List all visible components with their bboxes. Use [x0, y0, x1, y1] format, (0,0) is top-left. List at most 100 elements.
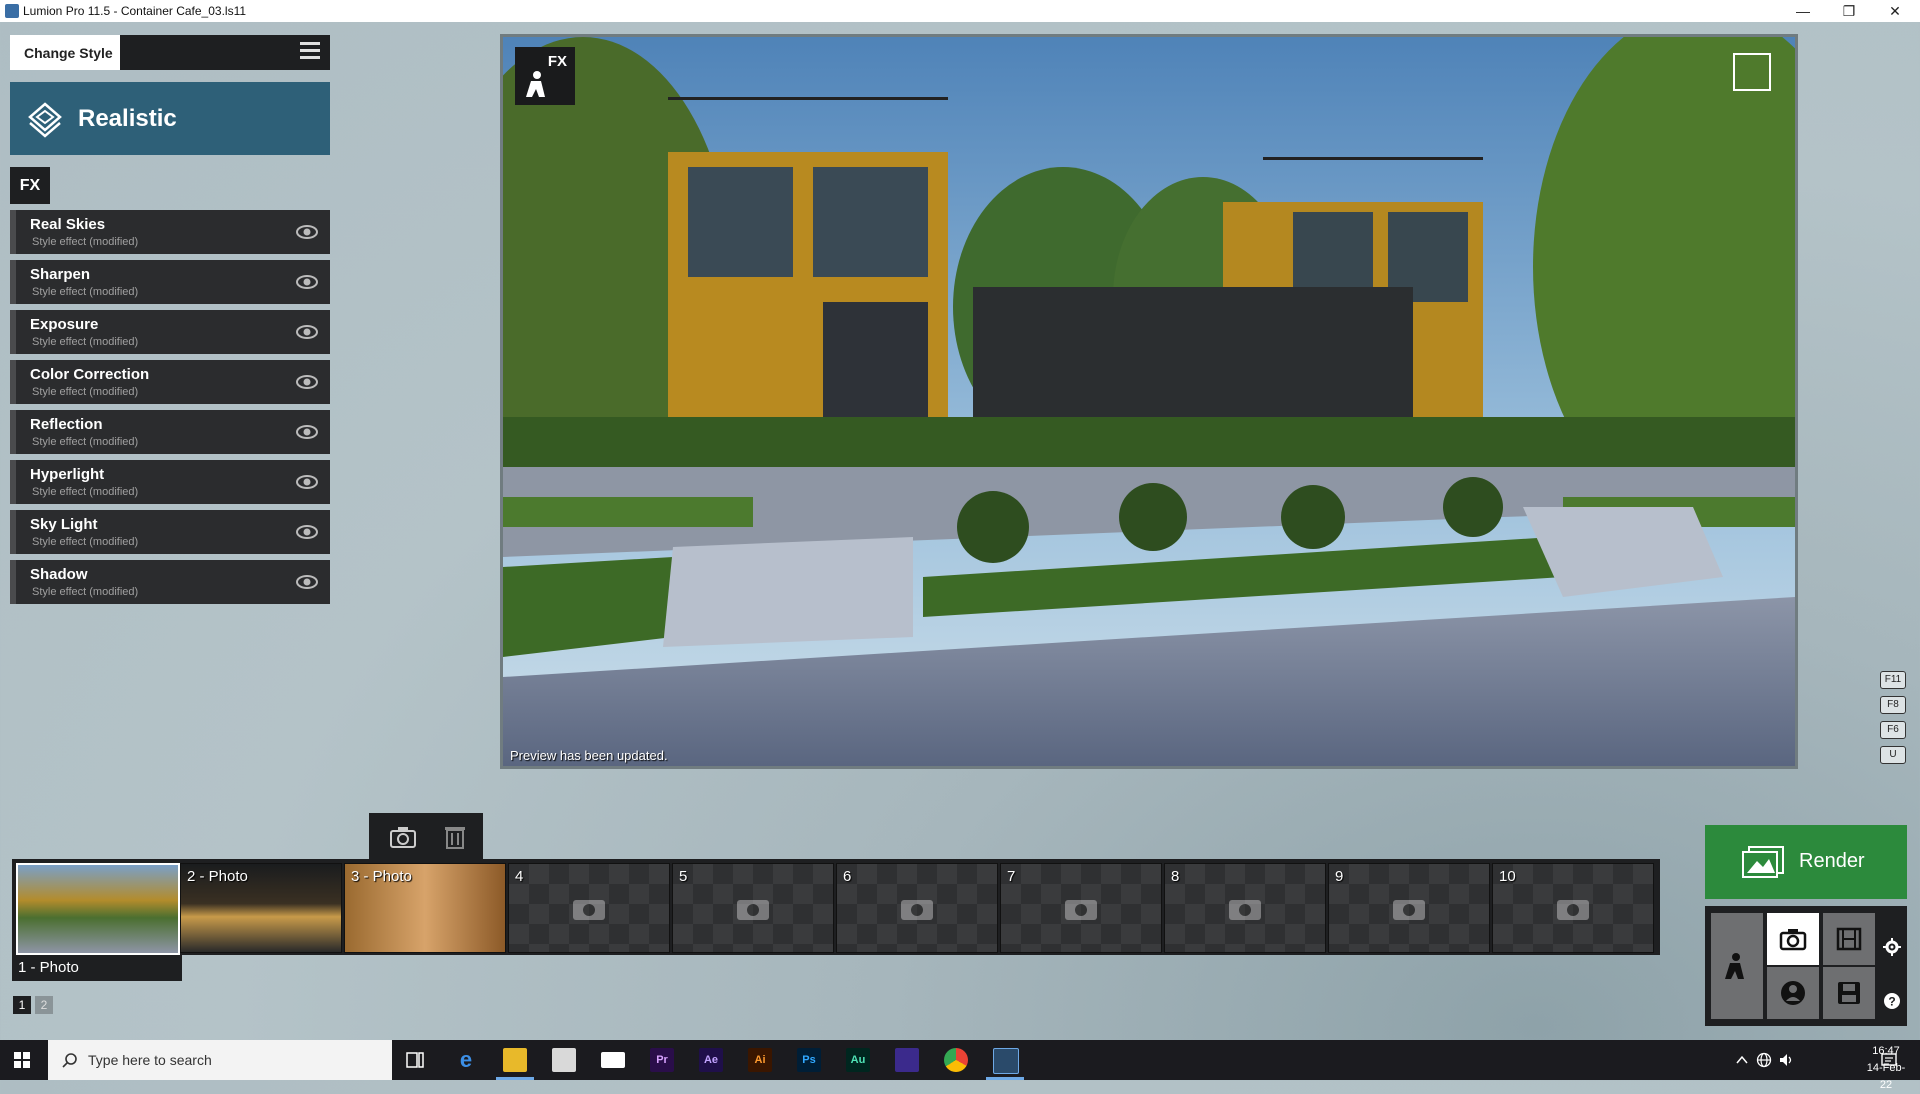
visibility-eye-icon[interactable] [296, 272, 318, 292]
audition-icon[interactable]: Au [846, 1048, 870, 1072]
movie-mode-button[interactable] [1823, 913, 1875, 965]
effect-name: Reflection [30, 416, 103, 433]
minimize-button[interactable]: — [1780, 0, 1826, 22]
lumion-taskbar-icon[interactable] [993, 1048, 1019, 1074]
style-name: Realistic [78, 105, 177, 132]
effect-subtitle: Style effect (modified) [32, 336, 139, 348]
effect-shadow[interactable]: Shadow Style effect (modified) [10, 560, 330, 604]
search-icon [62, 1053, 77, 1068]
effect-sharpen[interactable]: Sharpen Style effect (modified) [10, 260, 330, 304]
photoshop-icon[interactable]: Ps [797, 1048, 821, 1072]
visibility-eye-icon[interactable] [296, 322, 318, 342]
volume-speaker-icon[interactable] [1778, 1052, 1794, 1068]
panorama-mode-button[interactable] [1767, 967, 1819, 1019]
effect-exposure[interactable]: Exposure Style effect (modified) [10, 310, 330, 354]
effect-color-correction[interactable]: Color Correction Style effect (modified) [10, 360, 330, 404]
camera-icon[interactable] [389, 825, 417, 849]
visibility-eye-icon[interactable] [296, 572, 318, 592]
chrome-icon[interactable] [944, 1048, 968, 1072]
thumbnail-label: 8 [1171, 868, 1180, 885]
effect-reflection[interactable]: Reflection Style effect (modified) [10, 410, 330, 454]
file-explorer-icon[interactable] [503, 1048, 527, 1072]
after-effects-icon[interactable]: Ae [699, 1048, 723, 1072]
notification-center-icon[interactable] [1880, 1051, 1898, 1069]
thumbnail-slot[interactable]: 6 [836, 863, 998, 953]
fx-badge-label: FX [547, 53, 567, 70]
key-hint-u[interactable]: U [1880, 746, 1906, 764]
build-mode-button[interactable] [1711, 913, 1763, 1019]
thumbnail-label: 9 [1335, 868, 1344, 885]
key-hint-f11[interactable]: F11 [1880, 671, 1906, 689]
network-globe-icon[interactable] [1756, 1052, 1772, 1068]
hamburger-menu-icon[interactable] [300, 42, 320, 62]
settings-gear-icon[interactable] [1883, 938, 1901, 956]
visibility-eye-icon[interactable] [296, 372, 318, 392]
thumbnail-label: 2 - Photo [187, 868, 248, 885]
render-button[interactable]: Render [1705, 825, 1907, 899]
thumbnail-slot[interactable]: 9 [1328, 863, 1490, 953]
fx-preview-badge[interactable]: FX [515, 47, 575, 105]
store-icon[interactable] [552, 1048, 576, 1072]
photo-mode-button[interactable] [1767, 913, 1819, 965]
thumbnail-slot[interactable]: 3 - Photo [344, 863, 506, 953]
effect-hyperlight[interactable]: Hyperlight Style effect (modified) [10, 460, 330, 504]
illustrator-icon[interactable]: Ai [748, 1048, 772, 1072]
visibility-eye-icon[interactable] [296, 422, 318, 442]
active-thumbnail-caption: 1 - Photo [12, 955, 182, 981]
fx-tab[interactable]: FX [10, 167, 50, 204]
change-style-button[interactable]: Change Style [10, 35, 120, 70]
page-button-2[interactable]: 2 [35, 996, 53, 1014]
mail-icon[interactable] [601, 1052, 625, 1068]
visibility-eye-icon[interactable] [296, 522, 318, 542]
empty-camera-icon [1229, 900, 1261, 920]
taskbar-search-input[interactable]: Type here to search [48, 1040, 392, 1080]
help-question-icon[interactable]: ? [1883, 992, 1901, 1010]
restore-button[interactable]: ❐ [1826, 0, 1872, 22]
effect-name: Sharpen [30, 266, 91, 283]
visibility-eye-icon[interactable] [296, 222, 318, 242]
thumbnail-label: 10 [1499, 868, 1516, 885]
thumbnail-label: 5 [679, 868, 688, 885]
effect-name: Hyperlight [30, 466, 105, 483]
thumbnail-label: 7 [1007, 868, 1016, 885]
thumbnail-slot[interactable]: 2 - Photo [180, 863, 342, 953]
page-button-1[interactable]: 1 [13, 996, 31, 1014]
key-hint-f8[interactable]: F8 [1880, 696, 1906, 714]
chevron-up-icon[interactable] [1736, 1054, 1748, 1066]
effect-sky-light[interactable]: Sky Light Style effect (modified) [10, 510, 330, 554]
mode-panel: ? [1705, 906, 1907, 1026]
effects-list: Real Skies Style effect (modified) Sharp… [10, 210, 330, 610]
effect-name: Shadow [30, 566, 88, 583]
key-hint-f6[interactable]: F6 [1880, 721, 1906, 739]
thumbnail-slot[interactable]: 5 [672, 863, 834, 953]
visual-studio-icon[interactable] [895, 1048, 919, 1072]
trash-icon[interactable] [443, 824, 467, 850]
edge-browser-icon[interactable]: e [454, 1048, 478, 1072]
thumbnail-slot[interactable]: 7 [1000, 863, 1162, 953]
style-header[interactable]: Realistic [10, 82, 330, 155]
viewport-corner-frame-icon[interactable] [1733, 53, 1771, 91]
render-preview-viewport[interactable]: FX Preview has been updated. [500, 34, 1798, 769]
save-disk-icon [1838, 982, 1860, 1004]
task-view-icon[interactable] [405, 1050, 425, 1070]
thumbnail-slot[interactable]: 8 [1164, 863, 1326, 953]
visibility-eye-icon[interactable] [296, 472, 318, 492]
empty-camera-icon [1393, 900, 1425, 920]
thumbnail-slot[interactable]: 10 [1492, 863, 1654, 953]
effect-real-skies[interactable]: Real Skies Style effect (modified) [10, 210, 330, 254]
premiere-icon[interactable]: Pr [650, 1048, 674, 1072]
save-button[interactable] [1823, 967, 1875, 1019]
panorama-360-icon [1781, 981, 1805, 1005]
render-label: Render [1799, 850, 1865, 872]
thumbnail-slot[interactable] [16, 863, 180, 955]
close-button[interactable]: ✕ [1872, 0, 1918, 22]
film-strip-icon [1836, 927, 1862, 951]
thumbnail-slot[interactable]: 4 [508, 863, 670, 953]
style-layers-icon [28, 102, 62, 138]
lumion-app-icon [5, 4, 19, 18]
build-mode-icon [1725, 953, 1744, 979]
svg-text:?: ? [1888, 995, 1895, 1009]
window-title: Lumion Pro 11.5 - Container Cafe_03.ls11 [23, 4, 247, 18]
windows-start-icon[interactable] [14, 1052, 30, 1068]
render-image-icon [1742, 846, 1784, 878]
